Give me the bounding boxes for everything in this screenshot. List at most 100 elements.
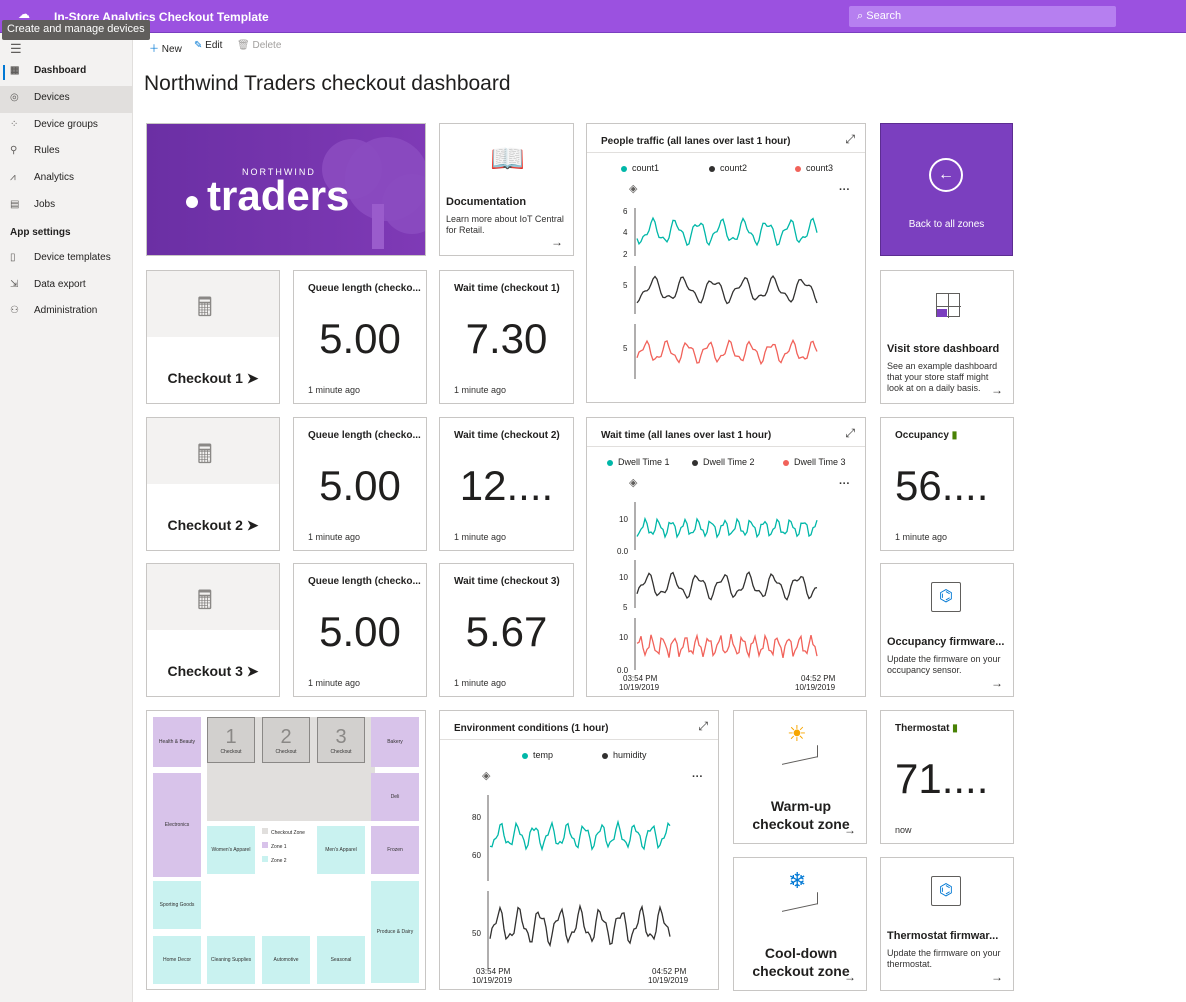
checkout-1-tile[interactable]: 🖩 Checkout 1 ➤ [146,270,280,404]
zone-sporting-goods[interactable]: Sporting Goods [153,881,201,929]
app-logo-icon: ☁ [18,7,30,21]
battery-icon: ▮ [951,430,958,441]
queue-length-value: 5.00 [319,608,401,655]
delete-button[interactable]: 🗑 Delete [237,40,281,51]
sidebar-item-data-export[interactable]: ⇲ Data export [0,273,133,300]
wait-time-2-tile: Wait time (checkout 2) 12.... 1 minute a… [439,417,574,551]
queue-length-title: Queue length (checko... [308,430,421,441]
environment-plot [487,795,671,969]
sidebar-item-analytics[interactable]: ⩘ Analytics [0,166,133,193]
sidebar-item-jobs[interactable]: ▤ Jobs [0,193,133,220]
expand-icon[interactable]: ⤢ [698,719,708,734]
warmup-zone-button[interactable]: ☀ Warm-up checkout zone → [733,710,867,844]
zone-health-beauty[interactable]: Health & Beauty [153,717,201,767]
zone-cleaning-supplies[interactable]: Cleaning Supplies [207,936,255,984]
zone-checkout-3[interactable]: 3 Checkout [317,717,365,763]
zone-womens-apparel[interactable]: Women's Apparel [207,826,255,874]
plus-icon: ＋ [149,44,159,55]
expand-icon[interactable]: ⤢ [845,132,855,147]
zone-seasonal[interactable]: Seasonal [317,936,365,984]
queue-length-value: 5.00 [319,462,401,509]
legend-humidity: humidity [602,750,647,760]
tick-label: 80 [472,813,481,822]
hamburger-menu-icon[interactable]: ☰ [10,41,22,57]
sidebar-item-rules[interactable]: ⚲ Rules [0,139,133,166]
more-options-icon[interactable]: ··· [692,771,703,783]
arrow-right-icon: → [844,970,856,984]
zone-electronics[interactable]: Electronics [153,773,201,877]
zone-home-decor[interactable]: Home Decor [153,936,201,984]
documentation-tile[interactable]: 📖 Documentation Learn more about IoT Cen… [439,123,574,256]
layers-icon[interactable]: ◈ [629,476,637,489]
last-updated: 1 minute ago [895,532,948,542]
visit-store-dashboard-tile[interactable]: Visit store dashboard See an example das… [880,270,1014,404]
x-axis-end-date: 10/19/2019 [795,683,836,692]
checkout-3-tile[interactable]: 🖩 Checkout 3 ➤ [146,563,280,697]
series-line [636,275,818,305]
book-icon: 📖 [490,143,525,174]
thermostat-title: Thermostat ▮ [895,723,958,734]
zone-bakery[interactable]: Bakery [371,717,419,767]
more-options-icon[interactable]: ··· [839,478,850,490]
x-axis-start: 03:54 PM [623,674,658,683]
sidebar-item-device-templates[interactable]: ▯ Device templates [0,246,133,273]
tick-label: 4 [623,228,628,237]
sidebar-item-administration[interactable]: ⚇ Administration [0,299,133,326]
zone-produce-dairy[interactable]: Produce & Dairy [371,881,419,983]
x-axis-end: 04:52 PM [652,967,687,976]
occupancy-firmware-tile[interactable]: ⌬ Occupancy firmware... Update the firmw… [880,563,1014,697]
more-options-icon[interactable]: ··· [839,184,850,196]
command-bar: ＋ New ✎ Edit 🗑 Delete [133,33,1186,59]
thermostat-firmware-tile[interactable]: ⌬ Thermostat firmwar... Update the firmw… [880,857,1014,991]
northwind-logo-tile: NORTHWIND traders [146,123,426,256]
documentation-title: Documentation [446,196,527,208]
last-updated: 1 minute ago [454,532,507,542]
series-line [636,633,818,659]
checkout-2-tile[interactable]: 🖩 Checkout 2 ➤ [146,417,280,551]
zone-checkout-2[interactable]: 2 Checkout [262,717,310,763]
tick-label: 10 [619,515,628,524]
zone-deli[interactable]: Deli [371,773,419,821]
queue-length-value: 5.00 [319,315,401,362]
dashboard-layout-icon [936,293,961,318]
tick-label: 0.0 [617,547,629,556]
thermostat-tile: Thermostat ▮ 71.... now [880,710,1014,844]
tick-label: 10 [619,573,628,582]
device-templates-icon: ▯ [10,252,16,263]
legend-count3: count3 [795,163,833,173]
layers-icon[interactable]: ◈ [482,769,490,782]
zone-mens-apparel[interactable]: Men's Apparel [317,826,365,874]
zone-frozen[interactable]: Frozen [371,826,419,874]
wait-time-title: Wait time (checkout 1) [454,283,560,294]
wait-time-chart-title: Wait time (all lanes over last 1 hour) [601,430,772,441]
last-updated: 1 minute ago [454,385,507,395]
zone-automotive[interactable]: Automotive [262,936,310,984]
cooldown-zone-button[interactable]: ❄ Cool-down checkout zone → [733,857,867,991]
zone-checkout-1[interactable]: 1 Checkout [207,717,255,763]
sidebar-item-dashboard[interactable]: ▦ Dashboard [0,59,133,86]
dashboard-icon: ▦ [10,65,20,76]
legend-dwell2: Dwell Time 2 [692,457,755,467]
queue-length-2-tile: Queue length (checko... 5.00 1 minute ag… [293,417,427,551]
device-groups-icon: ⁘ [10,119,19,130]
legend-dot [522,752,528,759]
search-input[interactable]: ⌕ Search [849,6,1116,27]
last-updated: now [895,825,912,835]
thermostat-value: 71.... [895,755,989,802]
people-traffic-plot [634,208,818,379]
wait-time-3-tile: Wait time (checkout 3) 5.67 1 minute ago [439,563,574,697]
tick-label: 5 [623,603,628,612]
back-to-zones-button[interactable]: ← Back to all zones [880,123,1013,256]
back-label: Back to all zones [908,219,985,230]
environment-title: Environment conditions (1 hour) [454,723,609,734]
search-icon: ⌕ [857,10,864,22]
edit-button[interactable]: ✎ Edit [194,40,222,51]
top-bar: ☁ In-Store Analytics Checkout Template ⌕… [0,0,1186,33]
new-button[interactable]: ＋ New [149,40,182,55]
expand-icon[interactable]: ⤢ [845,426,855,441]
layers-icon[interactable]: ◈ [629,182,637,195]
sidebar-item-device-groups[interactable]: ⁘ Device groups [0,113,133,140]
sidebar: ☰ ▦ Dashboard ◎ Devices ⁘ Device groups ⚲ Ru… [0,33,133,1002]
sidebar-item-devices[interactable]: ◎ Devices [0,86,133,113]
firmware-chip-icon: ⌬ [931,876,961,906]
